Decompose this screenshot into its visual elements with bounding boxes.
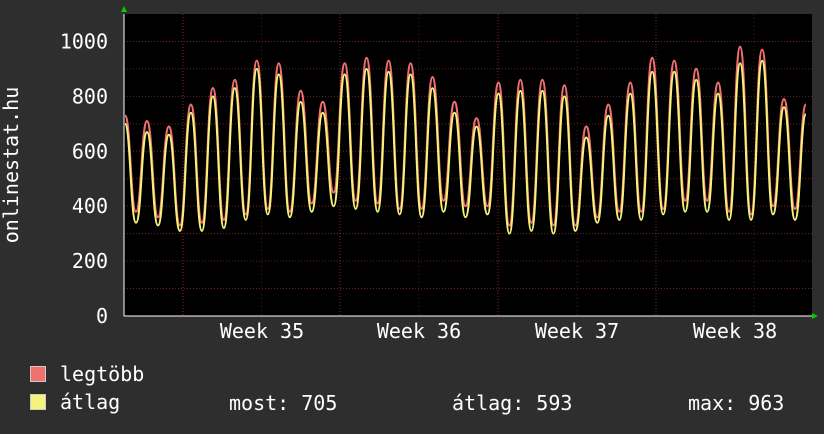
x-tick-label: Week 35 [220,319,304,343]
x-tick-label: Week 37 [535,319,619,343]
atlag-swatch [30,394,46,410]
stat-atlag: átlag: 593 [452,391,572,415]
stat-label: most: [229,391,290,415]
y-axis-label: onlinestat.hu [0,87,23,244]
y-tick-label: 600 [72,139,108,163]
legend-item-atlag: átlag [30,390,121,414]
y-axis-ticks: 0 200 400 600 800 1000 [60,29,108,328]
x-axis-ticks: Week 35 Week 36 Week 37 Week 38 [220,319,777,343]
y-tick-label: 400 [72,194,108,218]
y-tick-label: 1000 [60,29,108,53]
stat-value: 593 [536,391,573,415]
stat-value: 705 [301,391,338,415]
x-tick-label: Week 36 [377,319,461,343]
chart-container: 0 200 400 600 800 1000 Week 35 Week 36 Week 37 W… [0,0,824,430]
stat-label: max: [688,391,737,415]
x-tick-label: Week 38 [693,319,777,343]
stat-most: most: 705 [229,391,337,415]
stat-value: 963 [748,391,785,415]
legtobb-swatch [30,366,46,382]
x-axis-arrow-icon [812,313,818,319]
legend-item-legtobb: legtöbb [30,362,145,386]
y-axis-arrow-icon [121,6,127,12]
plot-area [124,14,812,316]
y-tick-label: 0 [96,304,108,328]
legend-label: átlag [60,390,121,414]
stat-max: max: 963 [688,391,784,415]
legend-label: legtöbb [60,362,145,386]
y-tick-label: 200 [72,249,108,273]
y-tick-label: 800 [72,84,108,108]
stat-label: átlag: [452,391,525,415]
